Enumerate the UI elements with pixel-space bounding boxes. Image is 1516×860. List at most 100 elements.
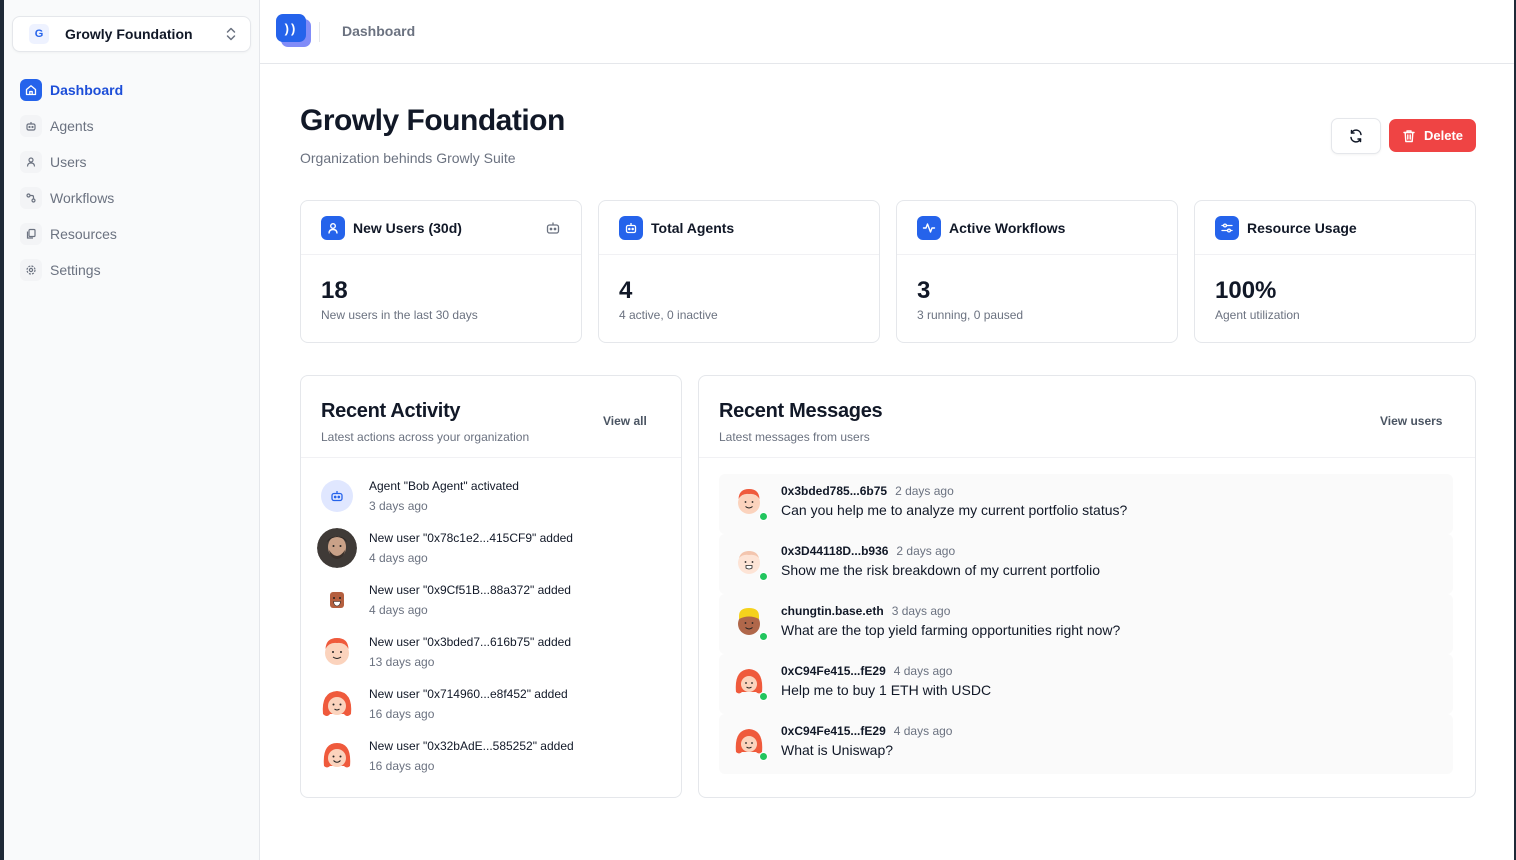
message-time: 2 days ago <box>895 484 954 498</box>
sidebar-item-label: Dashboard <box>50 82 124 98</box>
list-item[interactable]: New user "0x9Cf51B...88a372" added 4 day… <box>317 580 657 632</box>
refresh-icon <box>1350 129 1362 143</box>
delete-button[interactable]: Delete <box>1389 119 1476 152</box>
avatar <box>317 580 357 620</box>
panel-subtitle: Latest actions across your organization <box>321 430 530 444</box>
delete-label: Delete <box>1423 128 1464 143</box>
stat-value: 18 <box>321 277 348 304</box>
stat-value: 4 <box>619 277 633 304</box>
list-item[interactable]: Agent "Bob Agent" activated 3 days ago <box>317 476 657 528</box>
activity-text: New user "0x78c1e2...415CF9" added <box>369 531 573 545</box>
online-status-dot <box>759 632 768 641</box>
online-status-dot <box>759 752 768 761</box>
bot-icon <box>321 480 353 512</box>
message-item[interactable]: 0xC94Fe415...fE29 4 days ago Help me to … <box>719 654 1453 714</box>
message-time: 3 days ago <box>891 604 951 618</box>
stat-description: 4 active, 0 inactive <box>619 308 718 322</box>
activity-list: Agent "Bob Agent" activated 3 days ago N… <box>317 476 657 788</box>
list-item[interactable]: New user "0x714960...e8f452" added 16 da… <box>317 684 657 736</box>
activity-text: New user "0x32bAdE...585252" added <box>369 739 574 753</box>
message-item[interactable]: chungtin.base.eth 3 days ago What are th… <box>719 594 1453 654</box>
sliders-icon <box>1215 215 1239 240</box>
activity-time: 16 days ago <box>369 707 435 721</box>
online-status-dot <box>759 512 768 521</box>
org-avatar: G <box>29 24 49 44</box>
activity-text: New user "0x9Cf51B...88a372" added <box>369 583 571 597</box>
message-time: 4 days ago <box>893 664 953 678</box>
message-text: Help me to buy 1 ETH with USDC <box>781 682 992 698</box>
activity-text: New user "0x714960...e8f452" added <box>369 687 568 701</box>
sidebar: G Growly Foundation Dashboard Agents Use… <box>4 0 260 860</box>
avatar <box>731 664 768 701</box>
online-status-dot <box>759 572 768 581</box>
recent-activity-panel: Recent Activity Latest actions across yo… <box>300 375 682 798</box>
avatar <box>731 724 768 761</box>
list-item[interactable]: New user "0x32bAdE...585252" added 16 da… <box>317 736 657 788</box>
panel-title: Recent Activity <box>321 400 461 422</box>
page-subtitle: Organization behinds Growly Suite <box>300 150 516 166</box>
recent-messages-panel: Recent Messages Latest messages from use… <box>698 375 1476 798</box>
avatar <box>317 528 357 568</box>
message-item[interactable]: 0x3D44118D...b936 2 days ago Show me the… <box>719 534 1453 594</box>
list-item[interactable]: New user "0x3bded7...616b75" added 13 da… <box>317 632 657 684</box>
view-all-link[interactable]: View all <box>603 414 647 428</box>
message-text: Show me the risk breakdown of my current… <box>781 562 1101 578</box>
online-status-dot <box>759 692 768 701</box>
message-item[interactable]: 0x3bded785...6b75 2 days ago Can you hel… <box>719 474 1453 534</box>
stat-title: New Users (30d) <box>353 219 462 236</box>
page-title: Growly Foundation <box>300 104 565 137</box>
stat-title: Total Agents <box>651 219 735 236</box>
sidebar-item-label: Agents <box>50 118 94 134</box>
app-logo[interactable]: )) <box>276 14 312 48</box>
bot-icon <box>546 222 560 234</box>
files-icon <box>20 223 42 245</box>
org-name: Growly Foundation <box>65 26 193 42</box>
sidebar-item-users[interactable]: Users <box>20 144 252 180</box>
stat-card-total-agents: Total Agents 4 4 active, 0 inactive <box>598 200 880 343</box>
sidebar-item-workflows[interactable]: Workflows <box>20 180 252 216</box>
message-time: 4 days ago <box>893 724 953 738</box>
message-list: 0x3bded785...6b75 2 days ago Can you hel… <box>719 474 1453 774</box>
avatar <box>317 736 357 776</box>
sidebar-nav: Dashboard Agents Users Workflows Resourc… <box>20 72 252 288</box>
chevron-up-down-icon <box>226 27 236 41</box>
stat-description: 3 running, 0 paused <box>917 308 1024 322</box>
message-text: What are the top yield farming opportuni… <box>781 622 1121 638</box>
sidebar-item-label: Users <box>50 154 87 170</box>
stat-card-resource-usage: Resource Usage 100% Agent utilization <box>1194 200 1476 343</box>
activity-time: 4 days ago <box>369 551 428 565</box>
sidebar-item-settings[interactable]: Settings <box>20 252 252 288</box>
sidebar-item-label: Settings <box>50 262 101 278</box>
logo-mark: )) <box>276 14 306 42</box>
activity-time: 3 days ago <box>369 499 428 513</box>
activity-time: 4 days ago <box>369 603 428 617</box>
sidebar-item-agents[interactable]: Agents <box>20 108 252 144</box>
stat-value: 3 <box>917 277 931 304</box>
stat-card-active-workflows: Active Workflows 3 3 running, 0 paused <box>896 200 1178 343</box>
stat-value: 100% <box>1215 277 1277 304</box>
message-sender: 0x3D44118D...b936 <box>781 544 889 558</box>
bot-icon <box>619 215 643 240</box>
org-switcher[interactable]: G Growly Foundation <box>12 16 251 52</box>
sidebar-item-resources[interactable]: Resources <box>20 216 252 252</box>
refresh-button[interactable] <box>1331 118 1381 154</box>
gear-icon <box>20 259 42 281</box>
message-item[interactable]: 0xC94Fe415...fE29 4 days ago What is Uni… <box>719 714 1453 774</box>
view-users-link[interactable]: View users <box>1380 414 1442 428</box>
sidebar-item-label: Resources <box>50 226 117 242</box>
workflow-icon <box>20 187 42 209</box>
activity-time: 13 days ago <box>369 655 435 669</box>
message-sender: 0x3bded785...6b75 <box>781 484 888 498</box>
panel-title: Recent Messages <box>719 400 883 422</box>
bot-icon <box>20 115 42 137</box>
sidebar-item-dashboard[interactable]: Dashboard <box>20 72 252 108</box>
message-sender: 0xC94Fe415...fE29 <box>781 724 886 738</box>
topbar: )) Dashboard <box>260 0 1514 64</box>
activity-text: New user "0x3bded7...616b75" added <box>369 635 572 649</box>
stat-title: Resource Usage <box>1247 219 1357 236</box>
user-icon <box>20 151 42 173</box>
message-time: 2 days ago <box>896 544 956 558</box>
stat-description: New users in the last 30 days <box>321 308 478 322</box>
message-text: Can you help me to analyze my current po… <box>781 502 1128 518</box>
list-item[interactable]: New user "0x78c1e2...415CF9" added 4 day… <box>317 528 657 580</box>
